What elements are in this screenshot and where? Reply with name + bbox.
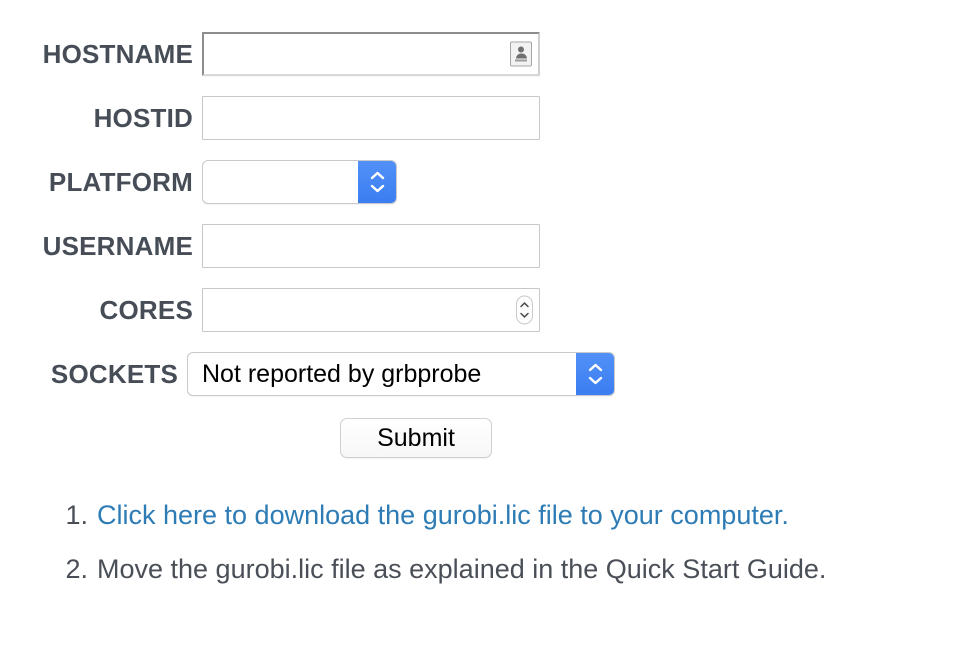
- label-hostname: HOSTNAME: [42, 39, 193, 69]
- field-sockets: Not reported by grbprobe: [187, 352, 615, 396]
- label-sockets: SOCKETS: [50, 359, 178, 389]
- submit-button[interactable]: Submit: [340, 418, 492, 458]
- field-username: [202, 224, 540, 268]
- field-hostname: [202, 32, 540, 76]
- form-row-platform: PLATFORM: [0, 150, 980, 214]
- hostid-input[interactable]: [202, 96, 540, 140]
- username-input[interactable]: [202, 224, 540, 268]
- field-hostid: [202, 96, 540, 140]
- label-cores: CORES: [99, 295, 193, 325]
- sockets-select-value: Not reported by grbprobe: [202, 359, 482, 388]
- field-cores: [202, 288, 540, 332]
- list-item-marker: 1.: [65, 500, 88, 530]
- field-platform: [202, 160, 397, 204]
- license-request-page: HOSTNAME HOSTID PLATFORM USERNAME CORES …: [0, 0, 980, 650]
- stepper-up-down-icon[interactable]: [516, 295, 533, 325]
- chevron-up-down-icon[interactable]: [358, 161, 396, 203]
- form-row-username: USERNAME: [0, 214, 980, 278]
- label-hostid: HOSTID: [93, 103, 193, 133]
- download-license-link[interactable]: Click here to download the gurobi.lic fi…: [97, 500, 789, 531]
- hostname-input[interactable]: [202, 32, 540, 76]
- label-platform: PLATFORM: [48, 167, 193, 197]
- form-row-hostname: HOSTNAME: [0, 22, 980, 86]
- form-row-cores: CORES: [0, 278, 980, 342]
- platform-select[interactable]: [202, 160, 397, 204]
- list-item-text: Move the gurobi.lic file as explained in…: [97, 554, 827, 584]
- license-request-form: HOSTNAME HOSTID PLATFORM USERNAME CORES …: [0, 22, 980, 470]
- chevron-up-down-icon[interactable]: [576, 353, 614, 395]
- form-row-hostid: HOSTID: [0, 86, 980, 150]
- label-username: USERNAME: [42, 231, 193, 261]
- sockets-select[interactable]: Not reported by grbprobe: [187, 352, 615, 396]
- list-item: 1. Click here to download the gurobi.lic…: [0, 500, 980, 554]
- instruction-list: 1. Click here to download the gurobi.lic…: [0, 500, 980, 608]
- form-row-sockets: SOCKETS Not reported by grbprobe: [0, 342, 980, 406]
- cores-input[interactable]: [202, 288, 540, 332]
- form-row-submit: Submit: [0, 406, 980, 470]
- contact-card-icon[interactable]: [510, 41, 532, 67]
- list-item-marker: 2.: [65, 554, 88, 584]
- list-item: 2. Move the gurobi.lic file as explained…: [0, 554, 980, 608]
